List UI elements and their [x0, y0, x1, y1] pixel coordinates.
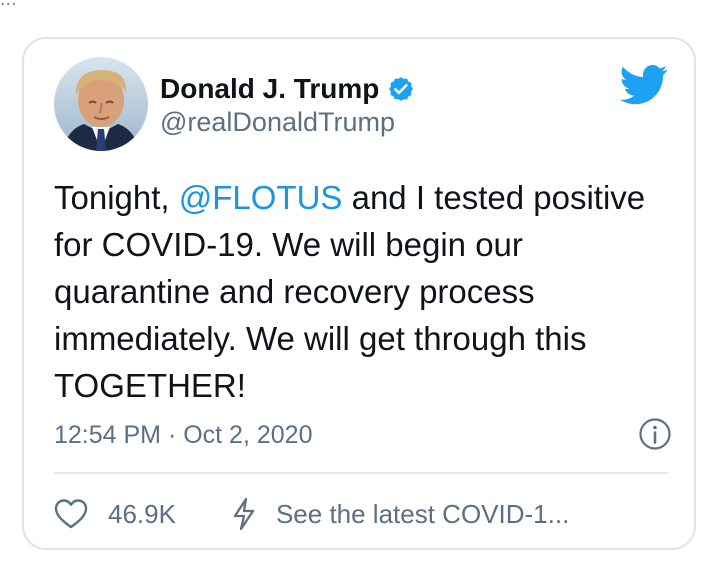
- heart-outline-icon[interactable]: [54, 498, 88, 530]
- avatar[interactable]: [54, 57, 148, 151]
- lightning-bolt-icon[interactable]: [230, 497, 258, 531]
- like-count[interactable]: 46.9K: [108, 499, 176, 530]
- handle[interactable]: @realDonaldTrump: [160, 107, 395, 138]
- timestamp[interactable]: 12:54 PM · Oct 2, 2020: [54, 421, 312, 450]
- info-icon[interactable]: [638, 417, 672, 451]
- twitter-bird-icon[interactable]: [620, 65, 668, 105]
- tweet-text-before: Tonight,: [54, 179, 179, 216]
- cropped-top-text: ...: [0, 0, 720, 10]
- author-name-row[interactable]: Donald J. Trump: [160, 72, 415, 106]
- divider: [54, 472, 668, 474]
- verified-badge-icon: [387, 75, 415, 103]
- profile-photo: [54, 57, 148, 151]
- tweet-text: Tonight, @FLOTUS and I tested positive f…: [54, 174, 674, 409]
- mention-link-flotus[interactable]: @FLOTUS: [179, 179, 343, 216]
- display-name[interactable]: Donald J. Trump: [160, 73, 379, 105]
- tweet-meta-row: 12:54 PM · Oct 2, 2020: [54, 417, 672, 453]
- tweet-card[interactable]: Donald J. Trump @realDonaldTrump Tonight…: [22, 37, 696, 550]
- tweet-actions: 46.9K See the latest COVID-1...: [54, 494, 674, 534]
- covid-info-link[interactable]: See the latest COVID-1...: [276, 499, 569, 530]
